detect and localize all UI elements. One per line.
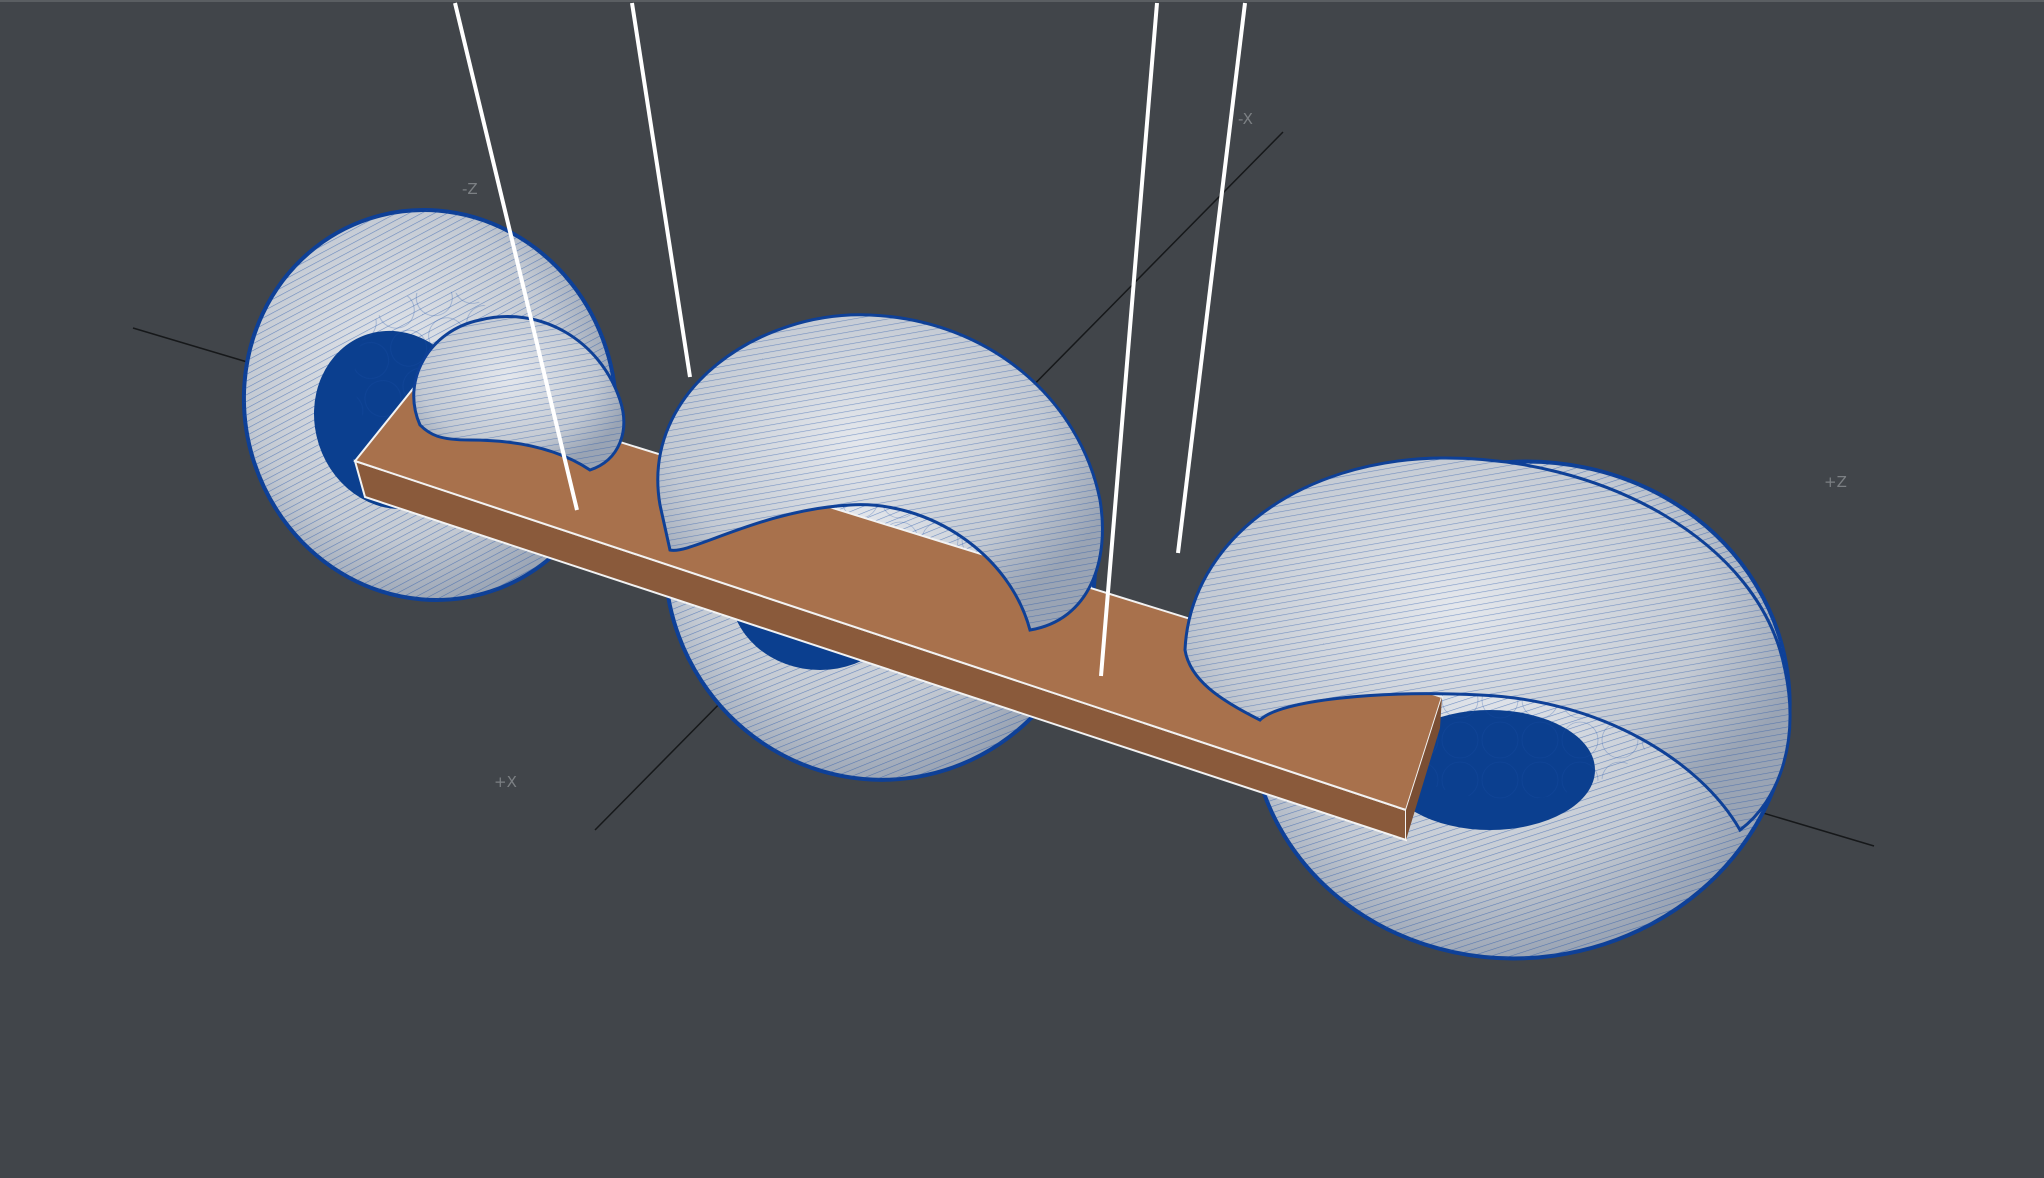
- axis-label-neg-x: -X: [1238, 110, 1253, 128]
- cable-2: [630, 2, 692, 378]
- cable-4: [1176, 2, 1247, 554]
- axis-label-pos-z: +Z: [1824, 473, 1847, 491]
- 3d-viewport[interactable]: -Z -X +Z +X: [0, 0, 2044, 1178]
- axis-label-neg-z: -Z: [462, 180, 478, 198]
- cable-3: [1099, 2, 1159, 677]
- axis-label-pos-x: +X: [494, 773, 517, 791]
- viewport-canvas[interactable]: -Z -X +Z +X: [0, 0, 2044, 1178]
